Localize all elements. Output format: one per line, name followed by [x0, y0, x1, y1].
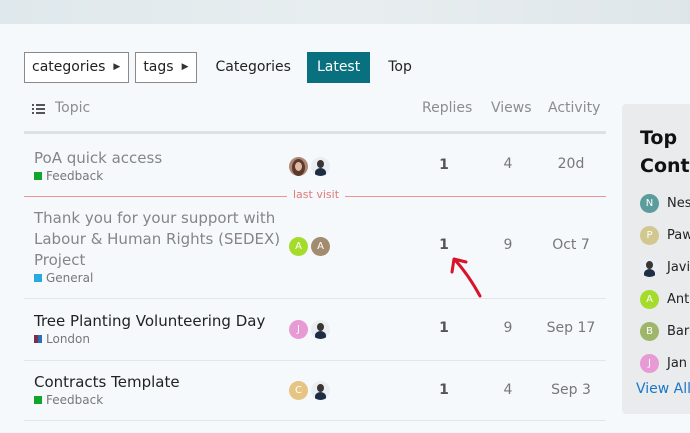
annotation-arrow-icon — [450, 257, 482, 298]
